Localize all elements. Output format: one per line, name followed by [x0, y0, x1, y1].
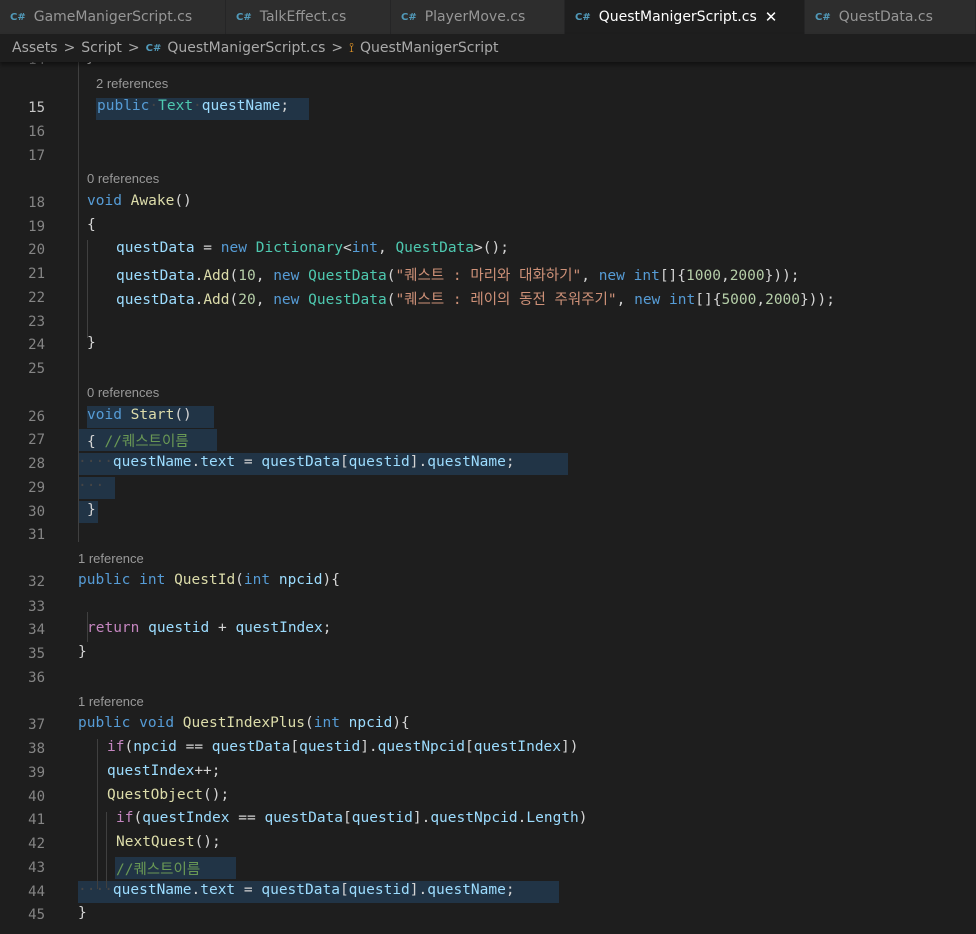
code-line-24: }: [87, 335, 96, 351]
line-number: 36: [28, 670, 45, 686]
code-line-41: if(questIndex == questData[questid].ques…: [116, 810, 588, 826]
code-line-26: void Start(): [87, 407, 192, 423]
line-number: 30: [28, 504, 45, 520]
codelens-references[interactable]: 1 reference: [78, 694, 144, 709]
code-line-20: questData = new Dictionary<int, QuestDat…: [116, 240, 509, 256]
code-line-27: { //퀘스트이름: [87, 434, 189, 450]
tab-label: TalkEffect.cs: [259, 9, 347, 25]
csharp-file-icon: C#: [10, 11, 26, 23]
line-number: 16: [28, 124, 45, 140]
code-line-32: public int QuestId(int npcid){: [78, 572, 340, 588]
line-number: 28: [28, 456, 45, 472]
code-line-43: //퀘스트이름: [116, 862, 201, 878]
line-number: 22: [28, 290, 45, 306]
code-line-35: }: [78, 644, 87, 660]
line-number: 42: [28, 836, 45, 852]
tab-label: QuestManigerScript.cs: [598, 9, 757, 25]
breadcrumb-item-script[interactable]: Script: [81, 40, 122, 56]
line-number: 19: [28, 219, 45, 235]
line-number: 43: [28, 860, 45, 876]
code-line-38: if(npcid == questData[questid].questNpci…: [107, 739, 579, 755]
indent-guide: [87, 240, 88, 338]
tab-label: QuestData.cs: [838, 9, 933, 25]
chevron-right-icon: >: [63, 40, 76, 56]
line-number: 25: [28, 361, 45, 377]
tab-label: GameManigerScript.cs: [33, 9, 193, 25]
line-number: 20: [28, 242, 45, 258]
code-line-30: }: [87, 502, 96, 518]
indent-guide: [97, 739, 98, 889]
line-number: 18: [28, 195, 45, 211]
csharp-file-icon: C#: [236, 11, 252, 23]
indent-guide: [78, 62, 79, 542]
codelens-references[interactable]: 0 references: [87, 385, 159, 400]
line-number: 29: [28, 480, 45, 496]
tab-questdata[interactable]: C# QuestData.cs: [805, 0, 976, 34]
line-number: 44: [28, 884, 45, 900]
breadcrumb-item-assets[interactable]: Assets: [12, 40, 58, 56]
line-number: 35: [28, 646, 45, 662]
code-line-44: ····questName.text = questData[questid].…: [78, 882, 515, 898]
tab-talkeffect[interactable]: C# TalkEffect.cs: [226, 0, 391, 34]
line-number: 31: [28, 527, 45, 543]
code-editor[interactable]: 14 15 16 17 18 19 20 21 22 23 24 25 26 2…: [0, 50, 976, 934]
tab-playermove[interactable]: C# PlayerMove.cs: [391, 0, 565, 34]
class-icon: ⟟: [349, 40, 354, 56]
codelens-references[interactable]: 0 references: [87, 171, 159, 186]
code-line-45: }: [78, 905, 87, 921]
line-number: 39: [28, 765, 45, 781]
indent-guide: [106, 812, 107, 888]
line-number: 21: [28, 266, 45, 282]
code-line-19: {: [87, 217, 96, 233]
code-line-21: questData.Add(10, new QuestData("퀘스트 : 마…: [116, 268, 800, 284]
tab-questmanigerscript[interactable]: C# QuestManigerScript.cs ✕: [565, 0, 805, 34]
line-number: 27: [28, 432, 45, 448]
line-number: 26: [28, 409, 45, 425]
code-line-39: questIndex++;: [107, 763, 221, 779]
breadcrumb-item-file[interactable]: QuestManigerScript.cs: [167, 40, 325, 56]
chevron-right-icon: >: [331, 40, 344, 56]
codelens-references[interactable]: 2 references: [96, 76, 168, 91]
code-line-28: ····questName.text = questData[questid].…: [78, 454, 515, 470]
breadcrumb: Assets > Script > C# QuestManigerScript.…: [0, 34, 976, 62]
line-number: 41: [28, 812, 45, 828]
tab-bar: C# GameManigerScript.cs C# TalkEffect.cs…: [0, 0, 976, 34]
code-line-15: public·Text·questName;: [97, 98, 290, 114]
code-line-40: QuestObject();: [107, 787, 230, 803]
line-number: 23: [28, 314, 45, 330]
close-icon[interactable]: ✕: [765, 8, 778, 26]
tab-gamemanigerscript[interactable]: C# GameManigerScript.cs: [0, 0, 226, 34]
csharp-file-icon: C#: [815, 11, 831, 23]
line-number: 40: [28, 789, 45, 805]
tab-label: PlayerMove.cs: [424, 9, 526, 25]
code-line-37: public void QuestIndexPlus(int npcid){: [78, 715, 410, 731]
code-line-29: ···: [78, 478, 105, 494]
line-number: 32: [28, 574, 45, 590]
code-line-18: void Awake(): [87, 193, 192, 209]
chevron-right-icon: >: [127, 40, 140, 56]
line-number: 34: [28, 622, 45, 638]
line-number: 37: [28, 717, 45, 733]
code-line-42: NextQuest();: [116, 834, 221, 850]
line-number: 45: [28, 907, 45, 923]
line-number: 17: [28, 148, 45, 164]
csharp-file-icon: C#: [575, 11, 591, 23]
csharp-file-icon: C#: [401, 11, 417, 23]
line-number: 38: [28, 741, 45, 757]
line-number: 15: [28, 100, 45, 116]
codelens-references[interactable]: 1 reference: [78, 551, 144, 566]
line-number: 24: [28, 337, 45, 353]
code-line-22: questData.Add(20, new QuestData("퀘스트 : 레…: [116, 292, 835, 308]
csharp-file-icon: C#: [145, 42, 162, 54]
breadcrumb-item-class[interactable]: QuestManigerScript: [360, 40, 499, 56]
code-line-34: return questid + questIndex;: [87, 620, 332, 636]
line-number: 33: [28, 599, 45, 615]
